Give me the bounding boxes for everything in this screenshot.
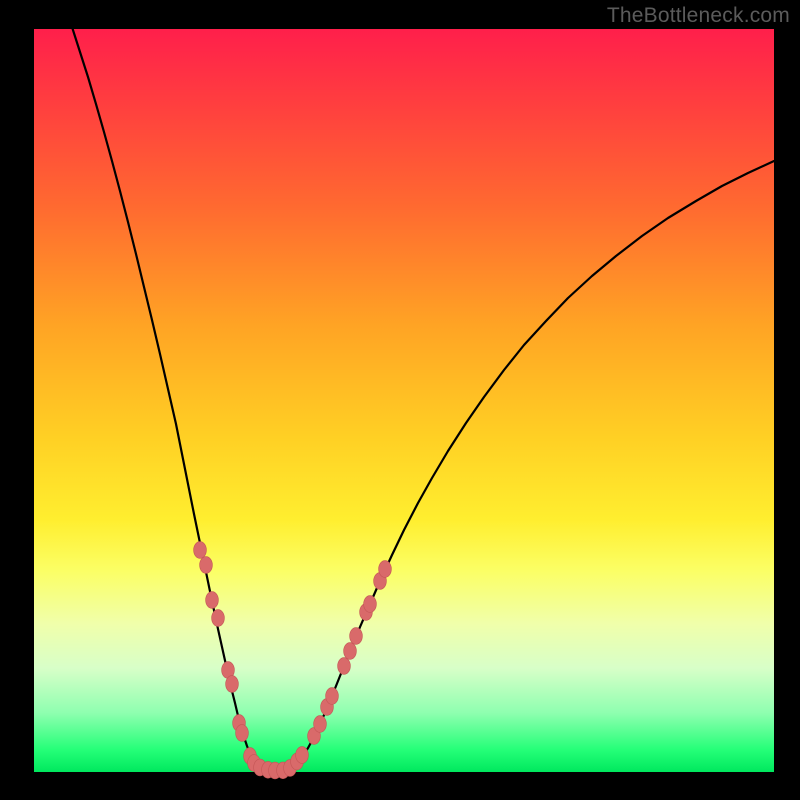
curve-marker bbox=[194, 542, 207, 559]
curve-marker bbox=[212, 610, 225, 627]
curve-marker bbox=[350, 628, 363, 645]
curve-marker bbox=[236, 725, 249, 742]
curve-marker bbox=[226, 676, 239, 693]
curve-marker bbox=[314, 716, 327, 733]
curve-marker bbox=[200, 557, 213, 574]
curve-marker bbox=[364, 596, 377, 613]
curve-marker bbox=[344, 643, 357, 660]
curve-marker bbox=[326, 688, 339, 705]
curve-marker bbox=[338, 658, 351, 675]
chart-svg bbox=[0, 0, 800, 800]
curve-marker bbox=[206, 592, 219, 609]
curve-marker bbox=[379, 561, 392, 578]
markers-group bbox=[194, 542, 392, 779]
bottleneck-curve bbox=[72, 27, 774, 771]
curve-marker bbox=[296, 747, 309, 764]
outer-frame: TheBottleneck.com bbox=[0, 0, 800, 800]
